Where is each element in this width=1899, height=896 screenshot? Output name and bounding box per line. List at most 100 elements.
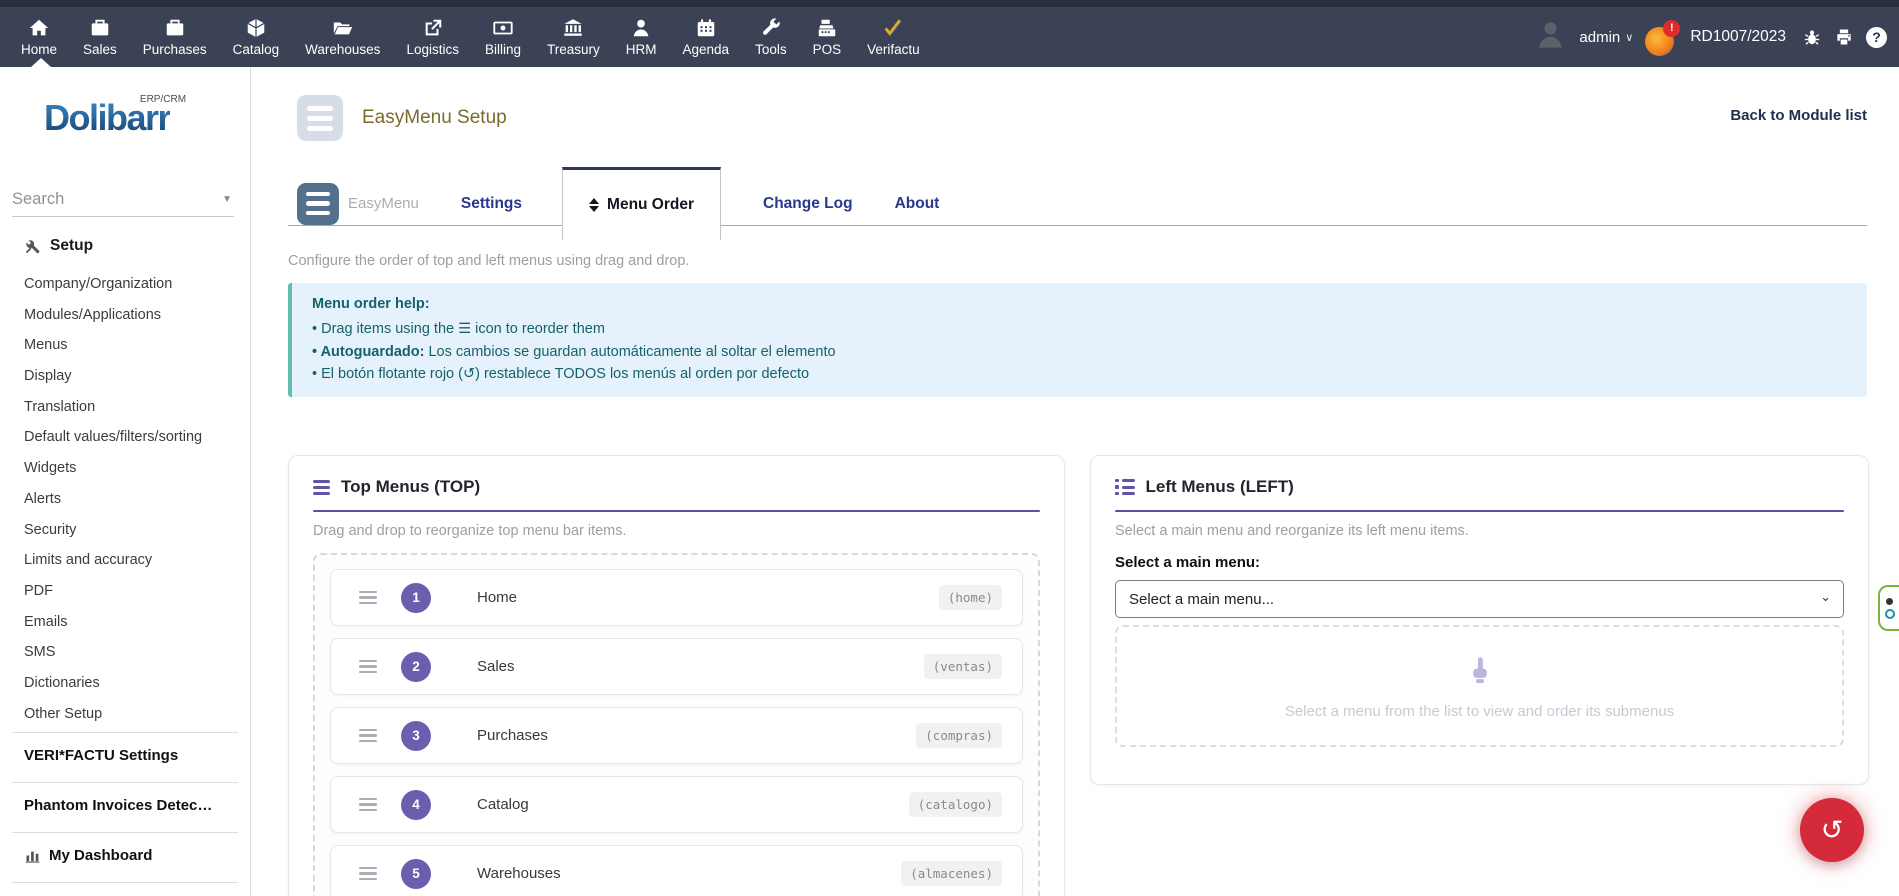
chevron-down-icon: ∨	[1625, 31, 1633, 44]
help-line: • El botón flotante rojo (↺) restablece …	[312, 366, 1847, 382]
tab-menu-order[interactable]: Menu Order	[562, 167, 721, 240]
divider	[12, 732, 238, 733]
sidebar-item-modules-applications[interactable]: Modules/Applications	[24, 300, 242, 331]
page-title: EasyMenu Setup	[362, 107, 507, 129]
print-icon[interactable]	[1834, 27, 1854, 47]
nav-item-logistics[interactable]: Logistics	[393, 7, 472, 67]
drag-handle-icon[interactable]	[359, 729, 377, 743]
main-menu-select[interactable]: Select a main menu...	[1115, 580, 1844, 618]
sidebar-item-translation[interactable]: Translation	[24, 392, 242, 423]
sidebar-item-security[interactable]: Security	[24, 515, 242, 546]
nav-item-treasury[interactable]: Treasury	[534, 7, 613, 67]
menu-row-code-badge: (compras)	[916, 723, 1002, 748]
topnav-strip	[0, 0, 1899, 7]
search-dropdown-icon[interactable]: ▼	[222, 194, 232, 205]
nav-item-agenda[interactable]: Agenda	[670, 7, 743, 67]
cash-register-icon	[816, 17, 838, 39]
sidebar-setup-links: Company/Organization Modules/Application…	[24, 269, 242, 729]
tab-settings[interactable]: Settings	[461, 195, 522, 213]
top-menus-panel-header: Top Menus (TOP)	[313, 477, 1040, 497]
drag-handle-icon[interactable]	[359, 660, 377, 674]
menu-row-purchases[interactable]: 3 Purchases (compras)	[330, 707, 1023, 764]
nav-item-verifactu[interactable]: Verifactu	[854, 7, 933, 67]
menu-row-home[interactable]: 1 Home (home)	[330, 569, 1023, 626]
nav-item-label: Warehouses	[305, 42, 380, 57]
top-menus-panel: Top Menus (TOP) Drag and drop to reorgan…	[288, 455, 1065, 896]
nav-item-hrm[interactable]: HRM	[613, 7, 670, 67]
nav-item-pos[interactable]: POS	[800, 7, 855, 67]
menu-row-label: Warehouses	[477, 865, 561, 882]
sidebar-item-pdf[interactable]: PDF	[24, 576, 242, 607]
tab-change-log[interactable]: Change Log	[763, 195, 853, 213]
sidebar-item-other-setup[interactable]: Other Setup	[24, 699, 242, 730]
nav-item-tools[interactable]: Tools	[742, 7, 800, 67]
reset-icon: ↺	[1821, 817, 1844, 844]
wrench-icon	[760, 17, 782, 39]
briefcase-icon	[89, 17, 111, 39]
nav-item-sales[interactable]: Sales	[70, 7, 130, 67]
sidebar-item-default-values[interactable]: Default values/filters/sorting	[24, 422, 242, 453]
order-number-badge: 3	[401, 721, 431, 751]
home-icon	[28, 17, 50, 39]
edge-widget-button[interactable]	[1878, 585, 1899, 631]
sidebar-item-alerts[interactable]: Alerts	[24, 484, 242, 515]
sidebar-item-dictionaries[interactable]: Dictionaries	[24, 668, 242, 699]
sidebar-section-setup[interactable]: Setup	[24, 237, 93, 255]
order-number-badge: 2	[401, 652, 431, 682]
nav-item-catalog[interactable]: Catalog	[220, 7, 293, 67]
reset-menus-button[interactable]: ↺	[1800, 798, 1864, 862]
main-content: EasyMenu Setup Back to Module list EasyM…	[252, 67, 1899, 896]
notification-icon[interactable]: !	[1645, 27, 1674, 56]
sidebar-item-verifactu-settings[interactable]: VERI*FACTU Settings	[24, 747, 178, 764]
money-bill-icon	[492, 17, 514, 39]
user-avatar[interactable]	[1534, 18, 1567, 56]
help-icon[interactable]: ?	[1866, 27, 1887, 48]
sidebar-section-label: Setup	[50, 237, 93, 255]
bug-icon[interactable]	[1802, 27, 1822, 47]
drag-handle-icon[interactable]	[359, 591, 377, 605]
nav-item-warehouses[interactable]: Warehouses	[292, 7, 393, 67]
menu-row-label: Purchases	[477, 727, 548, 744]
divider	[12, 832, 238, 833]
sidebar-item-widgets[interactable]: Widgets	[24, 453, 242, 484]
sidebar-item-emails[interactable]: Emails	[24, 607, 242, 638]
nav-item-purchases[interactable]: Purchases	[130, 7, 220, 67]
drag-handle-icon[interactable]	[359, 867, 377, 881]
menu-row-warehouses[interactable]: 5 Warehouses (almacenes)	[330, 845, 1023, 896]
menu-row-label: Catalog	[477, 796, 529, 813]
menu-row-sales[interactable]: 2 Sales (ventas)	[330, 638, 1023, 695]
menu-row-code-badge: (home)	[939, 585, 1002, 610]
bar-chart-icon	[24, 847, 41, 864]
menu-bars-icon	[313, 480, 330, 495]
user-menu[interactable]: admin ∨	[1579, 29, 1633, 46]
nav-item-label: Purchases	[143, 42, 207, 57]
sidebar-item-phantom-invoices[interactable]: Phantom Invoices Detec…	[24, 797, 212, 814]
sidebar-item-company-organization[interactable]: Company/Organization	[24, 269, 242, 300]
tab-label: Menu Order	[607, 196, 694, 214]
sidebar-item-label: My Dashboard	[49, 847, 152, 864]
help-title: Menu order help:	[312, 296, 1847, 312]
drag-handle-icon[interactable]	[359, 798, 377, 812]
briefcase-icon	[164, 17, 186, 39]
nav-item-label: Agenda	[683, 42, 730, 57]
nav-item-label: Catalog	[233, 42, 280, 57]
search-input[interactable]	[12, 183, 234, 216]
check-icon	[882, 17, 904, 39]
tab-about[interactable]: About	[895, 195, 940, 213]
menu-row-catalog[interactable]: 4 Catalog (catalogo)	[330, 776, 1023, 833]
nav-item-label: HRM	[626, 42, 657, 57]
sidebar-item-sms[interactable]: SMS	[24, 637, 242, 668]
notification-badge: !	[1663, 20, 1680, 37]
back-to-module-list-link[interactable]: Back to Module list	[1730, 107, 1867, 124]
top-menus-panel-title: Top Menus (TOP)	[341, 477, 480, 497]
nav-item-billing[interactable]: Billing	[472, 7, 534, 67]
sidebar-item-my-dashboard[interactable]: My Dashboard	[24, 847, 152, 864]
edge-widget-dot-icon	[1886, 598, 1893, 605]
nav-item-label: Verifactu	[867, 42, 920, 57]
sidebar-item-limits-accuracy[interactable]: Limits and accuracy	[24, 545, 242, 576]
sidebar-item-display[interactable]: Display	[24, 361, 242, 392]
dolibarr-logo: DolibarrERP/CRM	[44, 97, 170, 139]
tools-icon	[24, 238, 41, 255]
menu-row-label: Sales	[477, 658, 515, 675]
sidebar-item-menus[interactable]: Menus	[24, 330, 242, 361]
